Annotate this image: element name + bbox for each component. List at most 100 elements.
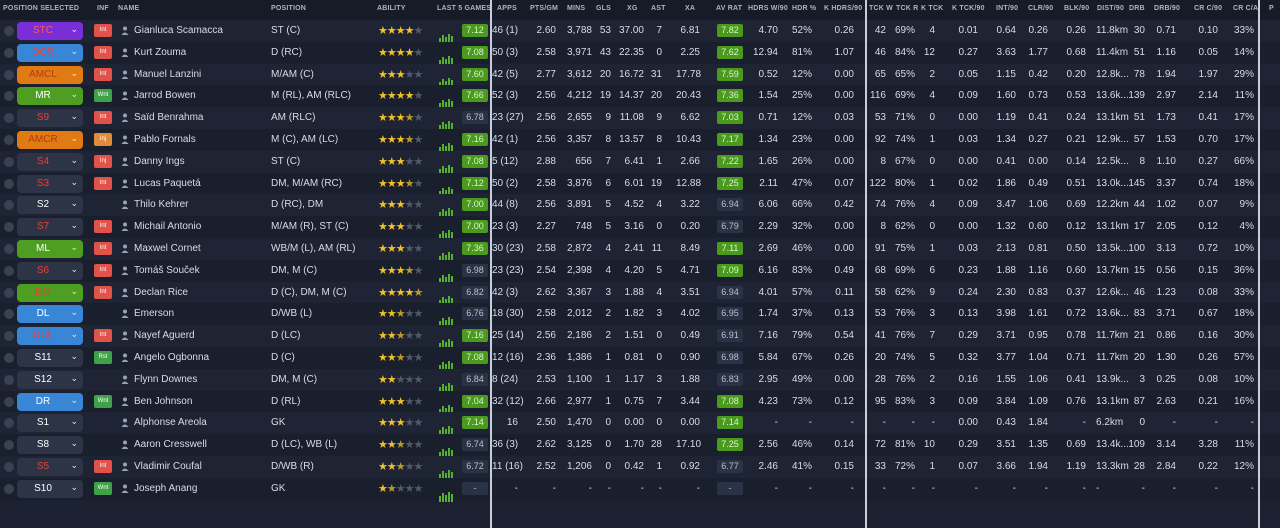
table-row[interactable]: S10 ⌄ Wnt Joseph Anang GK ★★★★★ - - - - - - - - - - - - - -… — [0, 477, 1280, 502]
inf-badge[interactable]: Int — [94, 24, 112, 37]
player-name[interactable]: Pablo Fornals — [134, 134, 196, 145]
col-mins[interactable]: MINS — [567, 5, 585, 12]
table-row[interactable]: S9 ⌄ Int Saïd Benrahma AM (RLC) ★★★★★ 6.78 7.03… — [0, 107, 1280, 132]
player-name[interactable]: Saïd Benrahma — [134, 112, 204, 123]
table-row[interactable]: ML ⌄ Int Maxwel Cornet WB/M (L), AM (RL) ★★★★… — [0, 238, 1280, 262]
player-name[interactable]: Alphonse Areola — [134, 417, 207, 428]
position-select[interactable]: DL ⌄ — [17, 305, 83, 324]
select-icon[interactable] — [4, 483, 14, 494]
col-ability[interactable]: ABILITY — [377, 5, 406, 12]
position-select[interactable]: S1 ⌄ — [17, 414, 83, 433]
position-select[interactable]: S7 ⌄ — [17, 218, 83, 237]
table-row[interactable]: S6 ⌄ Int Tomáš Souček DM, M (C) ★★★★★ 6.98 7.09… — [0, 259, 1280, 284]
player-name[interactable]: Danny Ings — [134, 156, 185, 167]
col-p[interactable]: P — [1269, 5, 1274, 12]
col-drb90[interactable]: DRB/90 — [1154, 5, 1180, 12]
col-xa[interactable]: XA — [685, 5, 695, 12]
table-row[interactable]: DCR ⌄ Int Kurt Zouma D (RC) ★★★★★ 7.08 7.62 50 (… — [0, 41, 1280, 66]
col-position-selected[interactable]: POSITION SELECTED — [3, 5, 79, 12]
player-name[interactable]: Tomáš Souček — [134, 265, 200, 276]
position-select[interactable]: STC ⌄ — [17, 22, 83, 40]
select-icon[interactable] — [4, 113, 14, 124]
inf-badge[interactable]: Wnt — [94, 481, 112, 495]
player-name[interactable]: Nayef Aguerd — [134, 330, 195, 341]
inf-badge[interactable]: Int — [94, 45, 112, 59]
inf-badge[interactable]: Int — [94, 329, 112, 343]
select-icon[interactable] — [4, 47, 14, 58]
position-select[interactable]: S9 ⌄ — [17, 109, 83, 128]
table-row[interactable]: AMCL ⌄ Int Manuel Lanzini M/AM (C) ★★★★★ 7.60 7… — [0, 63, 1280, 88]
table-row[interactable]: S2 ⌄ Thilo Kehrer D (RC), DM ★★★★★ 7.00 6.94 44… — [0, 194, 1280, 219]
table-row[interactable]: DR ⌄ Wnt Ben Johnson D (RL) ★★★★★ 7.04 7.08 32 (… — [0, 390, 1280, 415]
player-name[interactable]: Kurt Zouma — [134, 47, 186, 58]
table-row[interactable]: DL ⌄ Emerson D/WB (L) ★★★★★ 6.76 6.95 18 (30) 2.… — [0, 303, 1280, 328]
position-select[interactable]: MR ⌄ — [17, 87, 83, 106]
inf-badge[interactable]: Inj — [94, 133, 112, 146]
position-select[interactable]: DCL ⌄ — [17, 327, 83, 346]
inf-badge[interactable]: Inj — [94, 154, 112, 168]
player-name[interactable]: Michail Antonio — [134, 221, 201, 232]
col-apps[interactable]: APPS — [497, 5, 517, 12]
player-name[interactable]: Flynn Downes — [134, 374, 197, 385]
player-name[interactable]: Vladimir Coufal — [134, 461, 202, 472]
col-tckr[interactable]: TCK R — [896, 5, 918, 12]
inf-badge[interactable]: Int — [94, 242, 112, 255]
position-select[interactable]: AMCR ⌄ — [17, 131, 83, 149]
select-icon[interactable] — [4, 222, 14, 233]
select-icon[interactable] — [4, 135, 14, 145]
col-ktck90[interactable]: K TCK/90 — [952, 5, 985, 12]
table-row[interactable]: S1 ⌄ Alphonse Areola GK ★★★★★ 7.14 7.14 16 2.50 1… — [0, 412, 1280, 437]
col-xg[interactable]: XG — [627, 5, 638, 12]
player-name[interactable]: Lucas Paquetá — [134, 178, 201, 189]
table-row[interactable]: S4 ⌄ Inj Danny Ings ST (C) ★★★★★ 7.08 7.22 5 (12… — [0, 150, 1280, 175]
inf-badge[interactable]: Wnt — [94, 394, 112, 408]
table-row[interactable]: STC ⌄ Int Gianluca Scamacca ST (C) ★★★★★ 7.12 7… — [0, 20, 1280, 44]
table-row[interactable]: S8 ⌄ Aaron Cresswell D (LC), WB (L) ★★★★★ 6.7… — [0, 434, 1280, 459]
inf-badge[interactable]: Int — [94, 67, 112, 81]
player-name[interactable]: Thilo Kehrer — [134, 199, 188, 210]
position-select[interactable]: S5 ⌄ — [17, 458, 83, 476]
table-row[interactable]: S12 ⌄ Flynn Downes DM, M (C) ★★★★★ 6.84 6.83 8 … — [0, 368, 1280, 393]
select-icon[interactable] — [4, 331, 14, 342]
col-khdrs90[interactable]: K HDRS/90 — [824, 5, 862, 12]
position-select[interactable]: DCR ⌄ — [17, 43, 83, 62]
select-icon[interactable] — [4, 26, 14, 36]
select-icon[interactable] — [4, 156, 14, 167]
table-row[interactable]: S5 ⌄ Int Vladimir Coufal D/WB (R) ★★★★★ 6.72 6.… — [0, 456, 1280, 480]
player-name[interactable]: Jarrod Bowen — [134, 90, 196, 101]
select-icon[interactable] — [4, 178, 14, 189]
col-crc90[interactable]: CR C/90 — [1194, 5, 1222, 12]
col-last5[interactable]: LAST 5 GAMES — [437, 5, 491, 12]
col-av-rat[interactable]: AV RAT — [716, 5, 742, 12]
position-select[interactable]: ML ⌄ — [17, 240, 83, 258]
table-row[interactable]: S11 ⌄ Rst Angelo Ogbonna D (C) ★★★★★ 7.08 6.98 1… — [0, 347, 1280, 371]
inf-badge[interactable]: Int — [94, 285, 112, 299]
select-icon[interactable] — [4, 265, 14, 276]
position-select[interactable]: S6 ⌄ — [17, 261, 83, 280]
col-tckw[interactable]: TCK W — [869, 5, 893, 12]
player-name[interactable]: Joseph Anang — [134, 483, 197, 494]
select-icon[interactable] — [4, 309, 14, 320]
col-int90[interactable]: INT/90 — [996, 5, 1018, 12]
select-icon[interactable] — [4, 353, 14, 363]
table-row[interactable]: MR ⌄ Wnt Jarrod Bowen M (RL), AM (RLC) ★★★★★ 7… — [0, 85, 1280, 110]
position-select[interactable]: S3 ⌄ — [17, 174, 83, 193]
col-hdr-pct[interactable]: HDR % — [792, 5, 816, 12]
player-name[interactable]: Manuel Lanzini — [134, 69, 201, 80]
col-ktck[interactable]: K TCK — [921, 5, 943, 12]
position-select[interactable]: S8 ⌄ — [17, 436, 83, 455]
position-select[interactable]: S10 ⌄ — [17, 479, 83, 498]
select-icon[interactable] — [4, 91, 14, 102]
select-icon[interactable] — [4, 244, 14, 254]
inf-badge[interactable]: Wnt — [94, 89, 112, 103]
player-name[interactable]: Gianluca Scamacca — [134, 25, 223, 36]
col-hdrs-w90[interactable]: HDRS W/90 — [748, 5, 788, 12]
position-select[interactable]: S11 ⌄ — [17, 349, 83, 367]
position-select[interactable]: AMCL ⌄ — [17, 65, 83, 84]
position-select[interactable]: S12 ⌄ — [17, 370, 83, 389]
inf-badge[interactable]: Int — [94, 460, 112, 473]
table-row[interactable]: DM ⌄ Int Declan Rice D (C), DM, M (C) ★★★★★ 6.… — [0, 281, 1280, 306]
col-inf[interactable]: INF — [97, 5, 109, 12]
col-name[interactable]: NAME — [118, 5, 139, 12]
position-select[interactable]: S2 ⌄ — [17, 196, 83, 215]
